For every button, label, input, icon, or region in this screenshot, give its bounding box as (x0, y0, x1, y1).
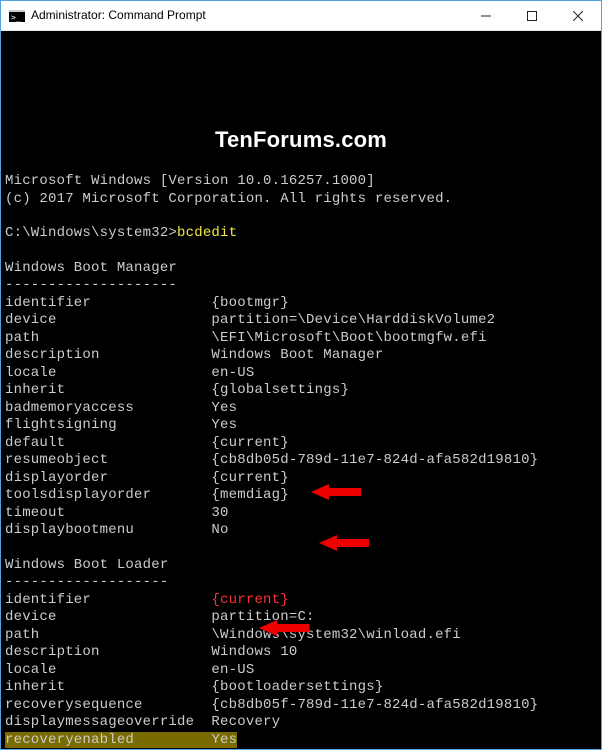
console-line: default {current} (5, 435, 597, 453)
console-line: displayorder {current} (5, 470, 597, 488)
console-line: recoveryenabled Yes (5, 732, 597, 750)
console-line: (c) 2017 Microsoft Corporation. All righ… (5, 191, 597, 209)
console-line: timeout 30 (5, 505, 597, 523)
console-line: Microsoft Windows [Version 10.0.16257.10… (5, 173, 597, 191)
console-line: Windows Boot Manager (5, 260, 597, 278)
console-line: displaymessageoverride Recovery (5, 714, 597, 732)
console-line: identifier {bootmgr} (5, 295, 597, 313)
console-line: recoverysequence {cb8db05f-789d-11e7-824… (5, 697, 597, 715)
titlebar[interactable]: >_ Administrator: Command Prompt (1, 1, 601, 31)
console-line: ------------------- (5, 574, 597, 592)
console-line: locale en-US (5, 365, 597, 383)
console-line: device partition=C: (5, 609, 597, 627)
console-line: description Windows 10 (5, 644, 597, 662)
window-controls (463, 1, 601, 30)
console-line (5, 243, 597, 260)
close-button[interactable] (555, 1, 601, 30)
console-line: displaybootmenu No (5, 522, 597, 540)
console-line: path \EFI\Microsoft\Boot\bootmgfw.efi (5, 330, 597, 348)
console-line: locale en-US (5, 662, 597, 680)
console-line: inherit {globalsettings} (5, 382, 597, 400)
console-line: flightsigning Yes (5, 417, 597, 435)
console-line: device partition=\Device\HarddiskVolume2 (5, 312, 597, 330)
console-line (5, 540, 597, 557)
window-title: Administrator: Command Prompt (31, 8, 463, 23)
maximize-button[interactable] (509, 1, 555, 30)
watermark-text: TenForums.com (1, 126, 601, 154)
app-icon: >_ (9, 8, 25, 24)
console-line: inherit {bootloadersettings} (5, 679, 597, 697)
minimize-button[interactable] (463, 1, 509, 30)
console-output[interactable]: TenForums.com Microsoft Windows [Version… (1, 31, 601, 749)
console-line: badmemoryaccess Yes (5, 400, 597, 418)
svg-text:>_: >_ (11, 13, 21, 22)
command-prompt-window: >_ Administrator: Command Prompt TenForu… (0, 0, 602, 750)
console-line: identifier {current} (5, 592, 597, 610)
console-line: path \Windows\system32\winload.efi (5, 627, 597, 645)
console-line: description Windows Boot Manager (5, 347, 597, 365)
console-line: -------------------- (5, 277, 597, 295)
console-line: Windows Boot Loader (5, 557, 597, 575)
console-line: toolsdisplayorder {memdiag} (5, 487, 597, 505)
console-line: C:\Windows\system32>bcdedit (5, 225, 597, 243)
console-line: resumeobject {cb8db05d-789d-11e7-824d-af… (5, 452, 597, 470)
console-line (5, 208, 597, 225)
